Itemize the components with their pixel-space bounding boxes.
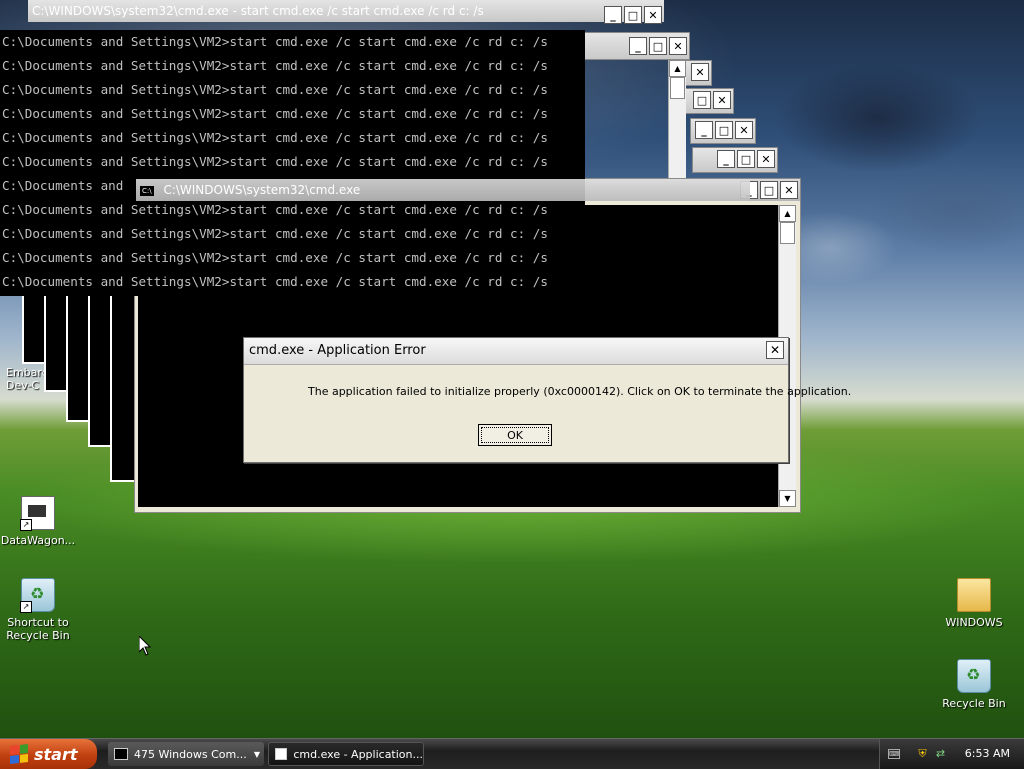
console-line: C:\Documents and Settings\VM2>start cmd.… bbox=[2, 58, 548, 73]
dialog-title: cmd.exe - Application Error bbox=[249, 343, 426, 358]
shortcut-arrow-icon: ↗ bbox=[20, 601, 32, 613]
window-title: C:\WINDOWS\system32\cmd.exe - start cmd.… bbox=[32, 4, 484, 18]
start-label: start bbox=[34, 744, 78, 764]
scroll-up-arrow[interactable]: ▲ bbox=[669, 60, 686, 77]
shortcut-arrow-icon: ↗ bbox=[20, 519, 32, 531]
cmd-icon: C:\ bbox=[140, 185, 154, 196]
taskbar-button-error-dialog[interactable]: cmd.exe - Application... bbox=[268, 742, 424, 766]
desktop-icon-label: WINDOWS bbox=[945, 616, 1003, 629]
system-tray: ⛨ ⇄ 6:53 AM bbox=[879, 739, 1024, 769]
close-icon[interactable]: ✕ bbox=[669, 37, 687, 55]
window-title: C:\WINDOWS\system32\cmd.exe bbox=[163, 183, 361, 197]
console-line: C:\Documents and Settings\VM2>start cmd.… bbox=[2, 226, 548, 241]
document-icon: ↗ bbox=[20, 496, 55, 531]
maximize-icon[interactable]: □ bbox=[737, 150, 755, 168]
desktop-icon-label: DataWagon... bbox=[0, 534, 76, 547]
desktop-icon-label: Shortcut to Recycle Bin bbox=[6, 616, 70, 642]
maximize-icon[interactable]: □ bbox=[624, 6, 642, 24]
console-window-front-titlebar-overlay[interactable]: C:\ C:\WINDOWS\system32\cmd.exe bbox=[136, 179, 750, 201]
minimize-icon[interactable]: _ bbox=[695, 121, 713, 139]
chevron-down-icon: ▼ bbox=[253, 749, 260, 759]
application-error-dialog[interactable]: cmd.exe - Application Error ✕ The applic… bbox=[243, 337, 851, 463]
stacked-window-edge[interactable] bbox=[110, 290, 134, 482]
taskbar-button-label: 475 Windows Com... bbox=[134, 747, 247, 761]
folder-icon bbox=[957, 578, 991, 612]
keyboard-icon[interactable]: ⌨ bbox=[888, 749, 900, 759]
desktop-icon-shortcut-recycle-bin[interactable]: ↗ Shortcut to Recycle Bin bbox=[0, 578, 78, 642]
stacked-window-titlebar[interactable]: _ □ ✕ bbox=[690, 118, 756, 144]
shield-icon[interactable]: ⛨ bbox=[916, 747, 929, 760]
scroll-up-arrow[interactable]: ▲ bbox=[779, 205, 796, 222]
console-line: C:\Documents and Settings\VM2>start cmd.… bbox=[2, 274, 548, 289]
minimize-icon[interactable]: _ bbox=[717, 150, 735, 168]
console-window-second-titlebar[interactable]: _ □ ✕ bbox=[584, 32, 690, 60]
minimize-icon[interactable]: _ bbox=[629, 37, 647, 55]
console-line: C:\Documents and Settings\VM2>start cmd.… bbox=[2, 250, 548, 265]
scroll-thumb[interactable] bbox=[670, 77, 685, 99]
close-icon[interactable]: ✕ bbox=[691, 63, 709, 81]
maximize-icon[interactable]: □ bbox=[715, 121, 733, 139]
console-text-block: C:\Documents and Settings\VM2>start cmd.… bbox=[0, 30, 585, 296]
windows-logo-icon bbox=[10, 744, 28, 764]
console-line: C:\Documents and Settings\VM2>start cmd.… bbox=[2, 82, 548, 97]
close-icon[interactable]: ✕ bbox=[735, 121, 753, 139]
stacked-window-titlebar[interactable]: □ ✕ bbox=[680, 88, 734, 114]
stacked-window-edge[interactable] bbox=[66, 290, 90, 422]
console-window-titlebar[interactable]: C:\WINDOWS\system32\cmd.exe - start cmd.… bbox=[28, 0, 664, 22]
console-line: C:\Documents and Settings\VM2>start cmd.… bbox=[2, 34, 548, 49]
console-window-back[interactable]: C:\WINDOWS\system32\cmd.exe - start cmd.… bbox=[0, 0, 664, 32]
dialog-message: The application failed to initialize pro… bbox=[308, 385, 852, 398]
maximize-icon[interactable]: □ bbox=[649, 37, 667, 55]
network-icon[interactable]: ⇄ bbox=[934, 747, 947, 760]
scroll-thumb[interactable] bbox=[780, 222, 795, 244]
minimize-icon[interactable]: _ bbox=[604, 6, 622, 24]
taskbar: start 475 Windows Com... ▼ cmd.exe - App… bbox=[0, 738, 1024, 769]
taskbar-button-label: cmd.exe - Application... bbox=[293, 747, 423, 761]
desktop-icon-label: Embarc Dev-C bbox=[6, 366, 48, 392]
console-line: C:\Documents and Settings\VM2>start cmd.… bbox=[2, 106, 548, 121]
dialog-titlebar[interactable]: cmd.exe - Application Error ✕ bbox=[244, 338, 788, 365]
close-icon[interactable]: ✕ bbox=[713, 91, 731, 109]
close-icon[interactable]: ✕ bbox=[780, 181, 798, 199]
close-icon[interactable]: ✕ bbox=[757, 150, 775, 168]
desktop-icon-recycle-bin[interactable]: Recycle Bin bbox=[934, 659, 1014, 710]
maximize-icon[interactable]: □ bbox=[693, 91, 711, 109]
recycle-bin-icon: ↗ bbox=[20, 578, 55, 613]
console-line: C:\Documents and bbox=[2, 178, 124, 193]
scroll-down-arrow[interactable]: ▼ bbox=[779, 490, 796, 507]
stacked-window-titlebar[interactable]: _ □ ✕ bbox=[692, 147, 778, 173]
window-icon bbox=[275, 748, 288, 760]
taskbar-button-console-group[interactable]: 475 Windows Com... ▼ bbox=[108, 742, 264, 766]
stacked-window-edge[interactable] bbox=[22, 290, 46, 364]
desktop-icon-windows-folder[interactable]: WINDOWS bbox=[934, 578, 1014, 629]
stacked-window-edge[interactable] bbox=[88, 290, 112, 447]
stacked-window-edge[interactable] bbox=[44, 290, 68, 392]
maximize-icon[interactable]: □ bbox=[760, 181, 778, 199]
mouse-cursor-icon bbox=[139, 636, 151, 656]
desktop-icon-label: Recycle Bin bbox=[942, 697, 1006, 710]
console-line: C:\Documents and Settings\VM2>start cmd.… bbox=[2, 130, 548, 145]
console-line: C:\Documents and Settings\VM2>start cmd.… bbox=[2, 202, 548, 217]
start-button[interactable]: start bbox=[0, 739, 97, 769]
ok-button[interactable]: OK bbox=[478, 424, 552, 446]
clock[interactable]: 6:53 AM bbox=[965, 747, 1010, 760]
close-icon[interactable]: ✕ bbox=[644, 6, 662, 24]
console-line: C:\Documents and Settings\VM2>start cmd.… bbox=[2, 154, 548, 169]
console-icon bbox=[114, 748, 128, 760]
close-icon[interactable]: ✕ bbox=[766, 341, 784, 359]
desktop-icon-datawagon[interactable]: ↗ DataWagon... bbox=[0, 496, 78, 547]
recycle-bin-icon bbox=[957, 659, 991, 693]
